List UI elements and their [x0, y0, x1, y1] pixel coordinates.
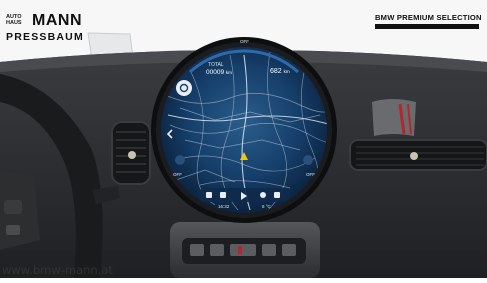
display-status-right: OFF — [306, 172, 315, 177]
total-label: TOTAL — [208, 62, 224, 68]
premium-selection-title: BMW PREMIUM SELECTION — [375, 13, 482, 22]
premium-selection-tagline-bar — [375, 24, 479, 29]
dealer-logo-name: MANN — [32, 12, 82, 29]
display-status-left: OFF — [173, 172, 182, 177]
display-status-top: OFF — [240, 39, 249, 44]
range-value: 682 — [270, 68, 282, 75]
total-value: 00009 — [206, 69, 225, 76]
dealer-logo-prefix: AUTO HAUS — [6, 14, 22, 26]
range-unit: km — [283, 69, 290, 74]
temperature: 6 °C — [262, 204, 271, 209]
clock: 16:32 — [218, 204, 230, 209]
range-readout: 682 km — [270, 68, 290, 75]
premium-selection-logo: BMW PREMIUM SELECTION — [375, 13, 483, 35]
dealer-website-url: www.bmw-mann.at — [2, 263, 113, 277]
dealer-logo: AUTO HAUS MANN PRESSBAUM — [6, 12, 86, 44]
total-unit: km — [225, 70, 232, 75]
dealer-logo-location: PRESSBAUM — [6, 31, 84, 43]
total-readout: 00009 km — [206, 69, 232, 76]
